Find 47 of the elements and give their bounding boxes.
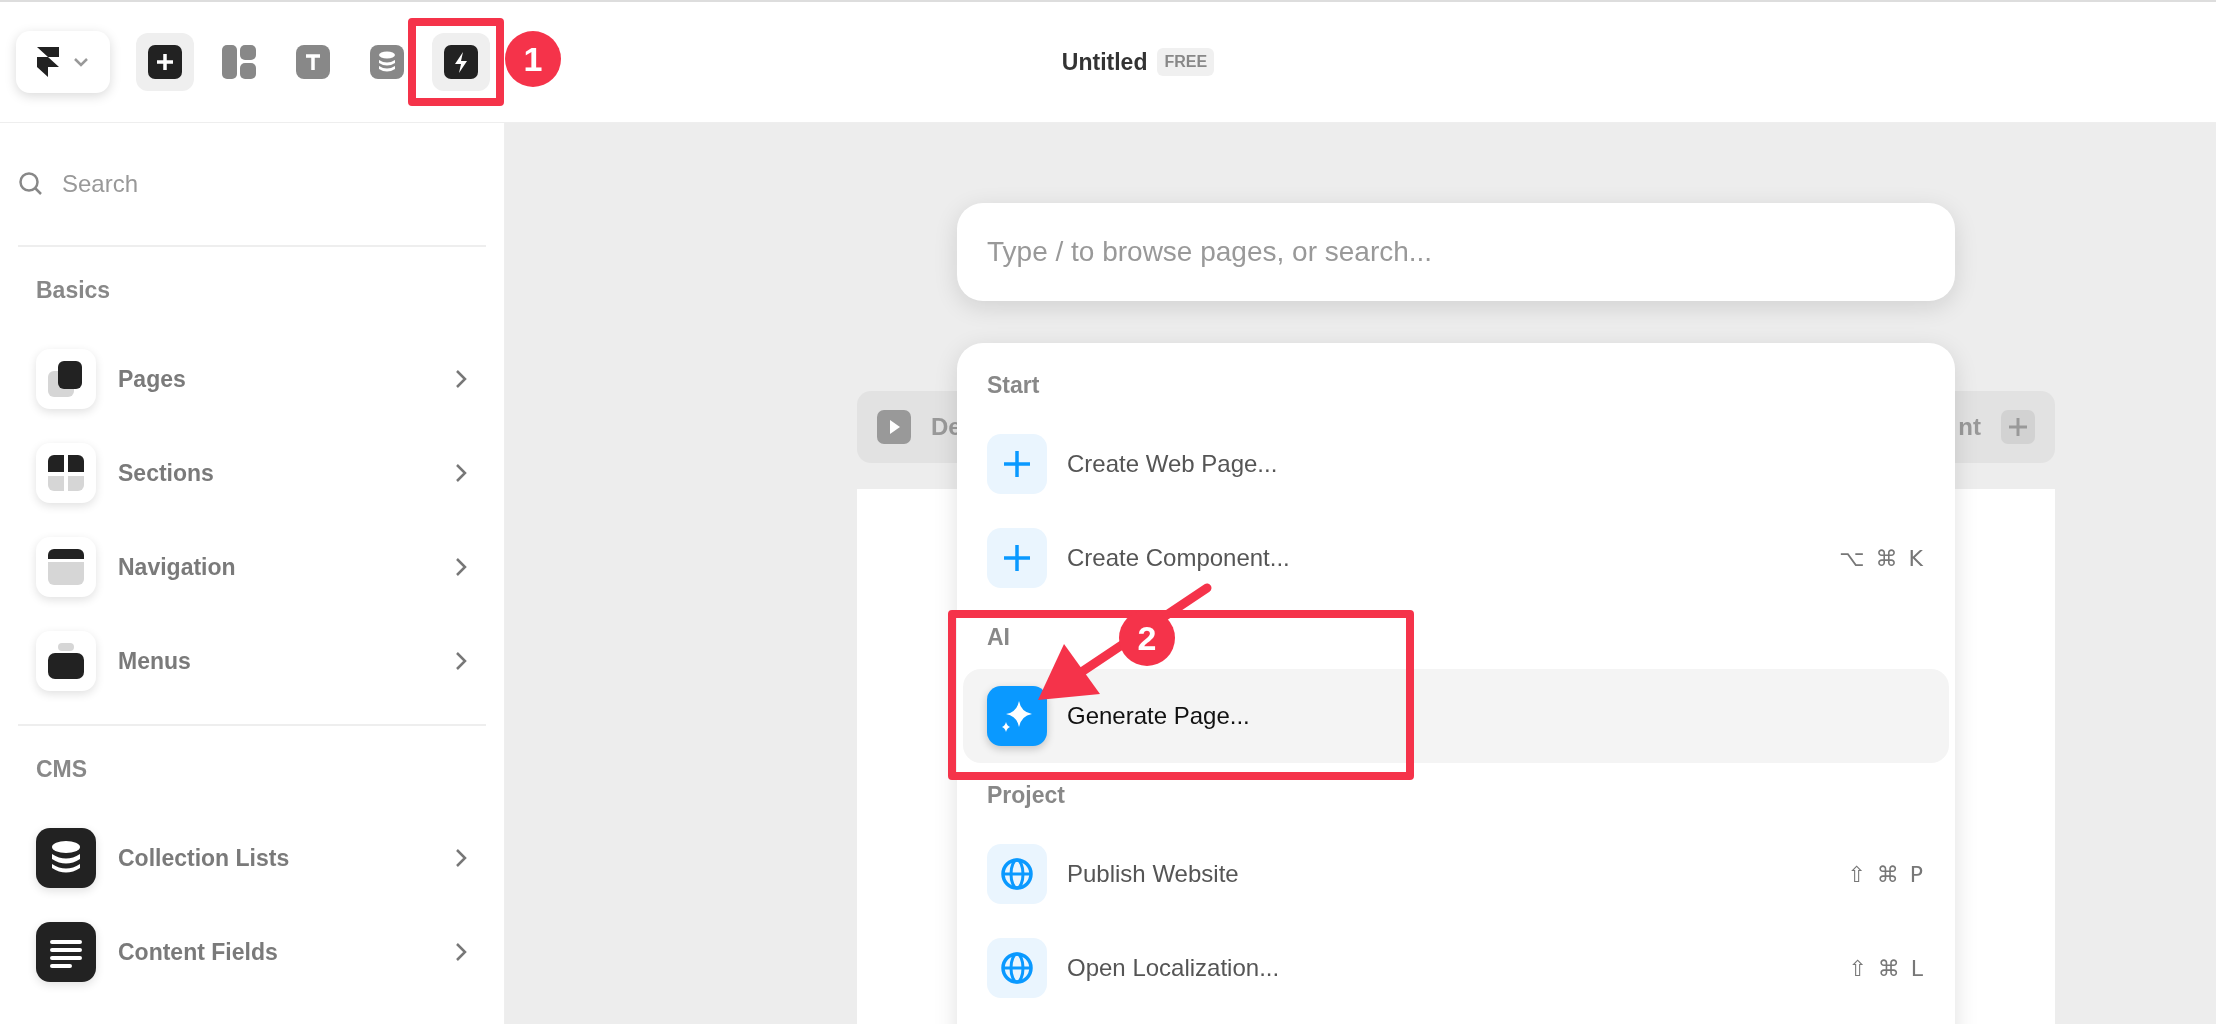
command-item[interactable]: Create Component... ⌥ ⌘ K [963, 511, 1949, 605]
command-search-field[interactable]: Type / to browse pages, or search... [957, 203, 1955, 301]
chevron-right-icon [454, 941, 468, 963]
play-icon [877, 410, 911, 444]
sidebar-item[interactable]: Collection Lists [118, 844, 432, 872]
step-badge: 1 [505, 31, 561, 87]
chevron-right-icon [454, 368, 468, 390]
chevron-right-icon [454, 650, 468, 672]
chevron-right-icon [454, 462, 468, 484]
sidebar-item[interactable]: Pages [118, 365, 432, 393]
sections-icon [46, 453, 86, 493]
chevron-right-icon [454, 847, 468, 869]
group-heading: Project [986, 780, 1066, 810]
plus-icon [1002, 449, 1032, 479]
plus-icon [148, 45, 182, 79]
chevron-right-icon [454, 556, 468, 578]
section-heading: CMS [35, 755, 89, 784]
sidebar-item[interactable]: Sections [118, 459, 432, 487]
sidebar-item[interactable]: Menus [118, 647, 432, 675]
plan-badge: FREE [1157, 48, 1215, 76]
group-heading: AI [986, 622, 1011, 652]
menus-icon [46, 641, 86, 681]
text-icon [296, 45, 330, 79]
add-breakpoint-icon[interactable] [2001, 410, 2035, 444]
toolbar-button[interactable] [136, 33, 194, 91]
chevron-down-icon [73, 57, 89, 67]
plus-icon [1002, 543, 1032, 573]
layout-icon [222, 45, 256, 79]
app-menu-button[interactable] [16, 31, 110, 93]
section-heading: Basics [35, 276, 112, 305]
command-item[interactable]: Generate Page... [963, 669, 1949, 763]
command-item[interactable]: Create Web Page... [963, 417, 1949, 511]
breakpoint-label: nt [1958, 413, 1981, 441]
sidebar-item[interactable]: Navigation [118, 553, 432, 581]
search-icon [18, 171, 44, 197]
globe-icon [1000, 951, 1034, 985]
toolbar-button[interactable] [432, 33, 490, 91]
document-title: Untitled [1061, 48, 1148, 76]
bolt-icon [444, 45, 478, 79]
globe-icon [1000, 857, 1034, 891]
database-icon [370, 45, 404, 79]
command-item[interactable]: Open Localization... ⇧ ⌘ L [963, 921, 1949, 1015]
logo-icon [37, 47, 59, 77]
navigation-icon [46, 547, 86, 587]
sidebar-item[interactable]: Content Fields [118, 938, 432, 966]
group-heading: Start [986, 370, 1041, 400]
command-item[interactable]: Publish Website ⇧ ⌘ P [963, 827, 1949, 921]
